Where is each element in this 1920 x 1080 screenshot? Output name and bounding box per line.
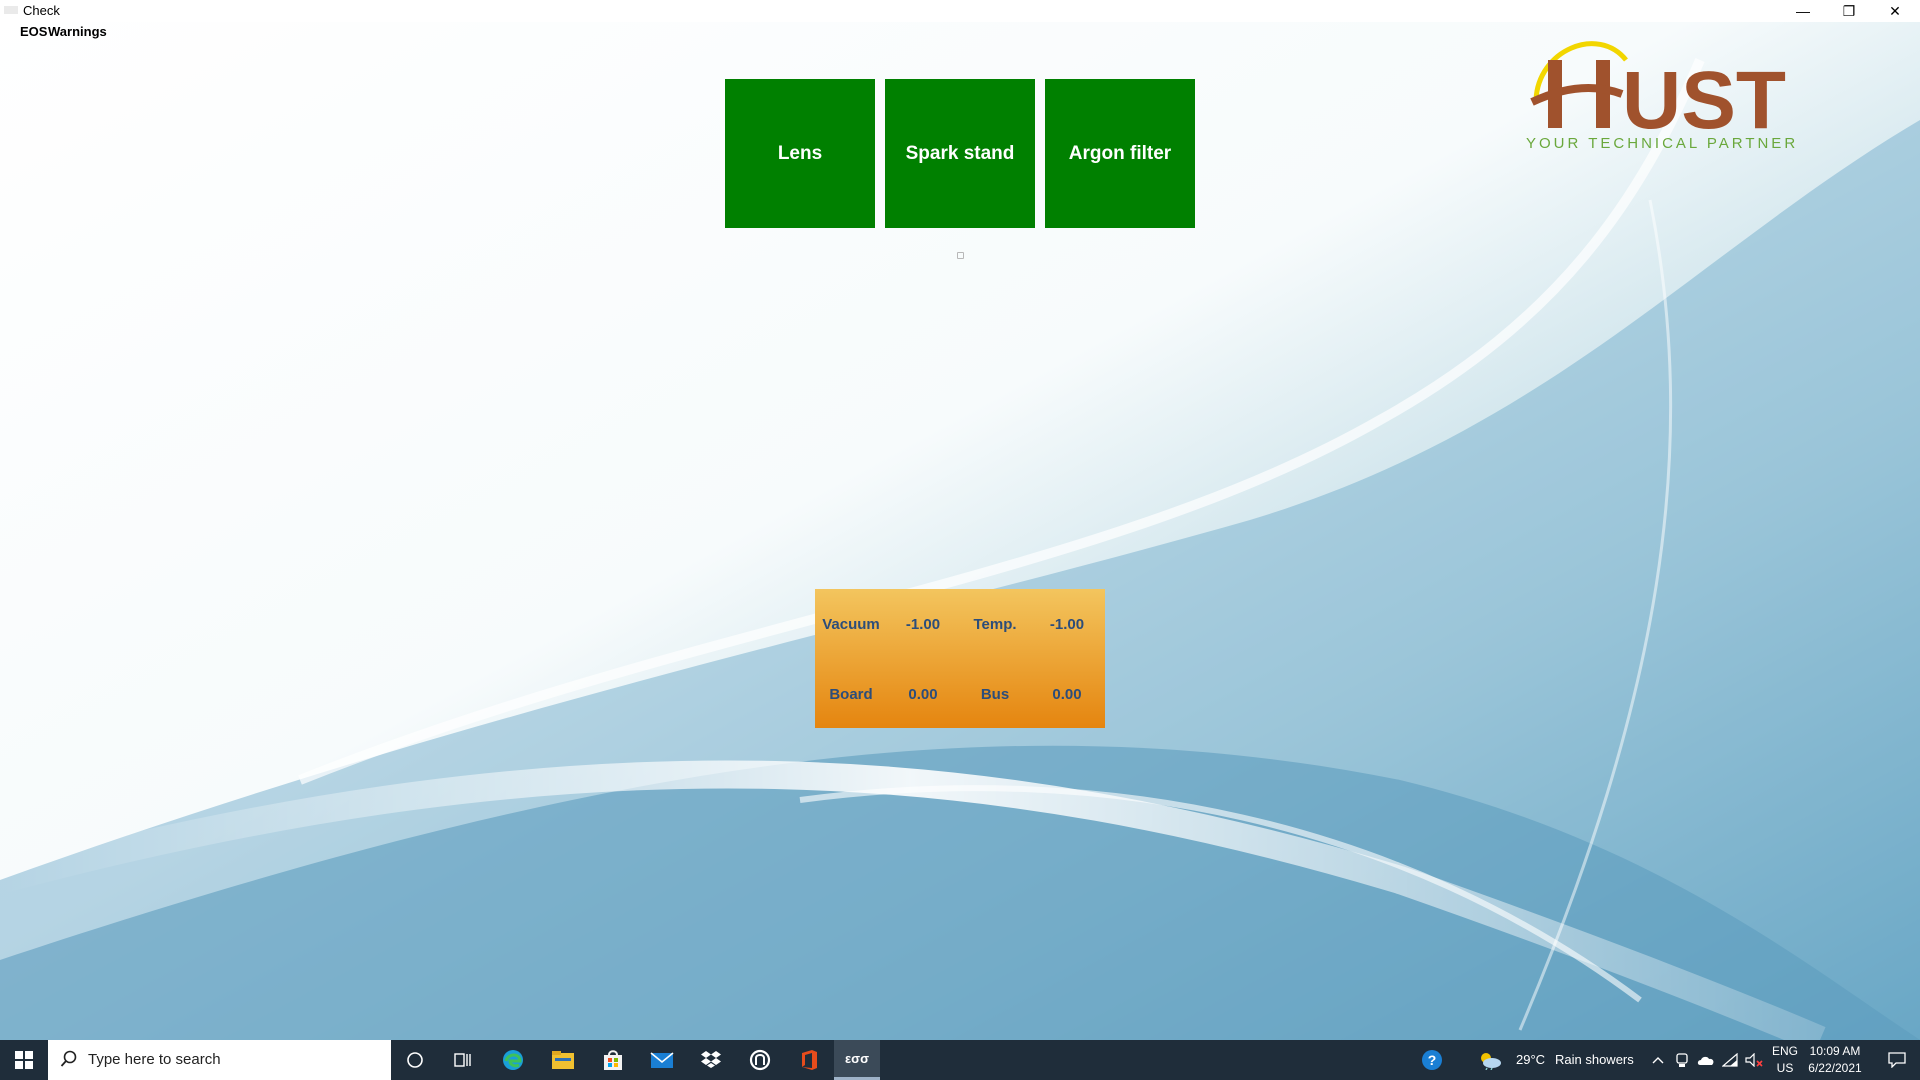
eos-app-taskbar-button[interactable]: εσσ	[834, 1040, 880, 1080]
edge-icon[interactable]	[489, 1040, 537, 1080]
volume-muted-icon[interactable]	[1742, 1040, 1766, 1080]
weather-icon[interactable]	[1470, 1040, 1510, 1080]
board-value: 0.00	[908, 686, 938, 703]
windows-start-icon[interactable]	[0, 1040, 48, 1080]
bus-value: 0.00	[1052, 686, 1082, 703]
minimize-button[interactable]: —	[1780, 0, 1826, 22]
dropbox-icon[interactable]	[687, 1040, 735, 1080]
weather-temp[interactable]: 29°C	[1516, 1052, 1545, 1067]
onedrive-icon[interactable]	[1694, 1040, 1718, 1080]
window-title: Check	[23, 3, 60, 18]
network-icon[interactable]	[1718, 1040, 1742, 1080]
meet-now-icon[interactable]	[1670, 1040, 1694, 1080]
task-view-icon[interactable]	[439, 1040, 487, 1080]
menu-eos[interactable]: EOS	[20, 24, 47, 39]
logo-brand-text: UST	[1622, 55, 1786, 146]
office-icon[interactable]	[785, 1040, 833, 1080]
title-bar: Check — ❐ ✕	[0, 0, 1920, 22]
cortana-icon[interactable]	[391, 1040, 439, 1080]
weather-condition[interactable]: Rain showers	[1555, 1052, 1634, 1067]
spark-stand-button[interactable]: Spark stand	[885, 79, 1035, 228]
clock-time: 10:09 AM	[1809, 1044, 1861, 1058]
sensor-panel: Vacuum -1.00 Temp. -1.00 Board 0.00 Bus …	[815, 589, 1105, 728]
active-app-label: εσσ	[845, 1051, 869, 1066]
restore-button[interactable]: ❐	[1826, 0, 1872, 22]
file-explorer-icon[interactable]	[539, 1040, 587, 1080]
help-icon[interactable]: ?	[1408, 1040, 1456, 1080]
temp-value: -1.00	[1049, 616, 1085, 633]
svg-text:?: ?	[1428, 1052, 1437, 1068]
app-icon[interactable]	[736, 1040, 784, 1080]
notification-icon[interactable]	[1874, 1040, 1920, 1080]
taskbar-search[interactable]: Type here to search	[48, 1040, 391, 1080]
clock-date: 6/22/2021	[1808, 1061, 1862, 1075]
search-placeholder: Type here to search	[88, 1051, 221, 1068]
menu-warnings[interactable]: Warnings	[48, 24, 107, 39]
argon-filter-button[interactable]: Argon filter	[1045, 79, 1195, 228]
app-icon	[4, 6, 18, 14]
board-label: Board	[829, 686, 873, 703]
mail-icon[interactable]	[638, 1040, 686, 1080]
menu-bar: EOS Warnings	[0, 22, 400, 42]
close-button[interactable]: ✕	[1872, 0, 1918, 22]
bus-label: Bus	[980, 686, 1010, 703]
logo-tagline: YOUR TECHNICAL PARTNER	[1526, 135, 1798, 152]
temp-label: Temp.	[973, 616, 1017, 633]
small-indicator	[957, 252, 964, 259]
chevron-up-icon[interactable]	[1646, 1040, 1670, 1080]
lens-button[interactable]: Lens	[725, 79, 875, 228]
hust-logo: UST YOUR TECHNICAL PARTNER	[1526, 41, 1798, 152]
vacuum-value: -1.00	[905, 616, 941, 633]
taskbar: Type here to search εσσ ? 29°C Rain show…	[0, 1040, 1920, 1080]
store-icon[interactable]	[589, 1040, 637, 1080]
vacuum-label: Vacuum	[822, 616, 880, 633]
system-clock[interactable]: 10:09 AM 6/22/2021	[1795, 1043, 1875, 1077]
search-icon	[60, 1050, 78, 1073]
